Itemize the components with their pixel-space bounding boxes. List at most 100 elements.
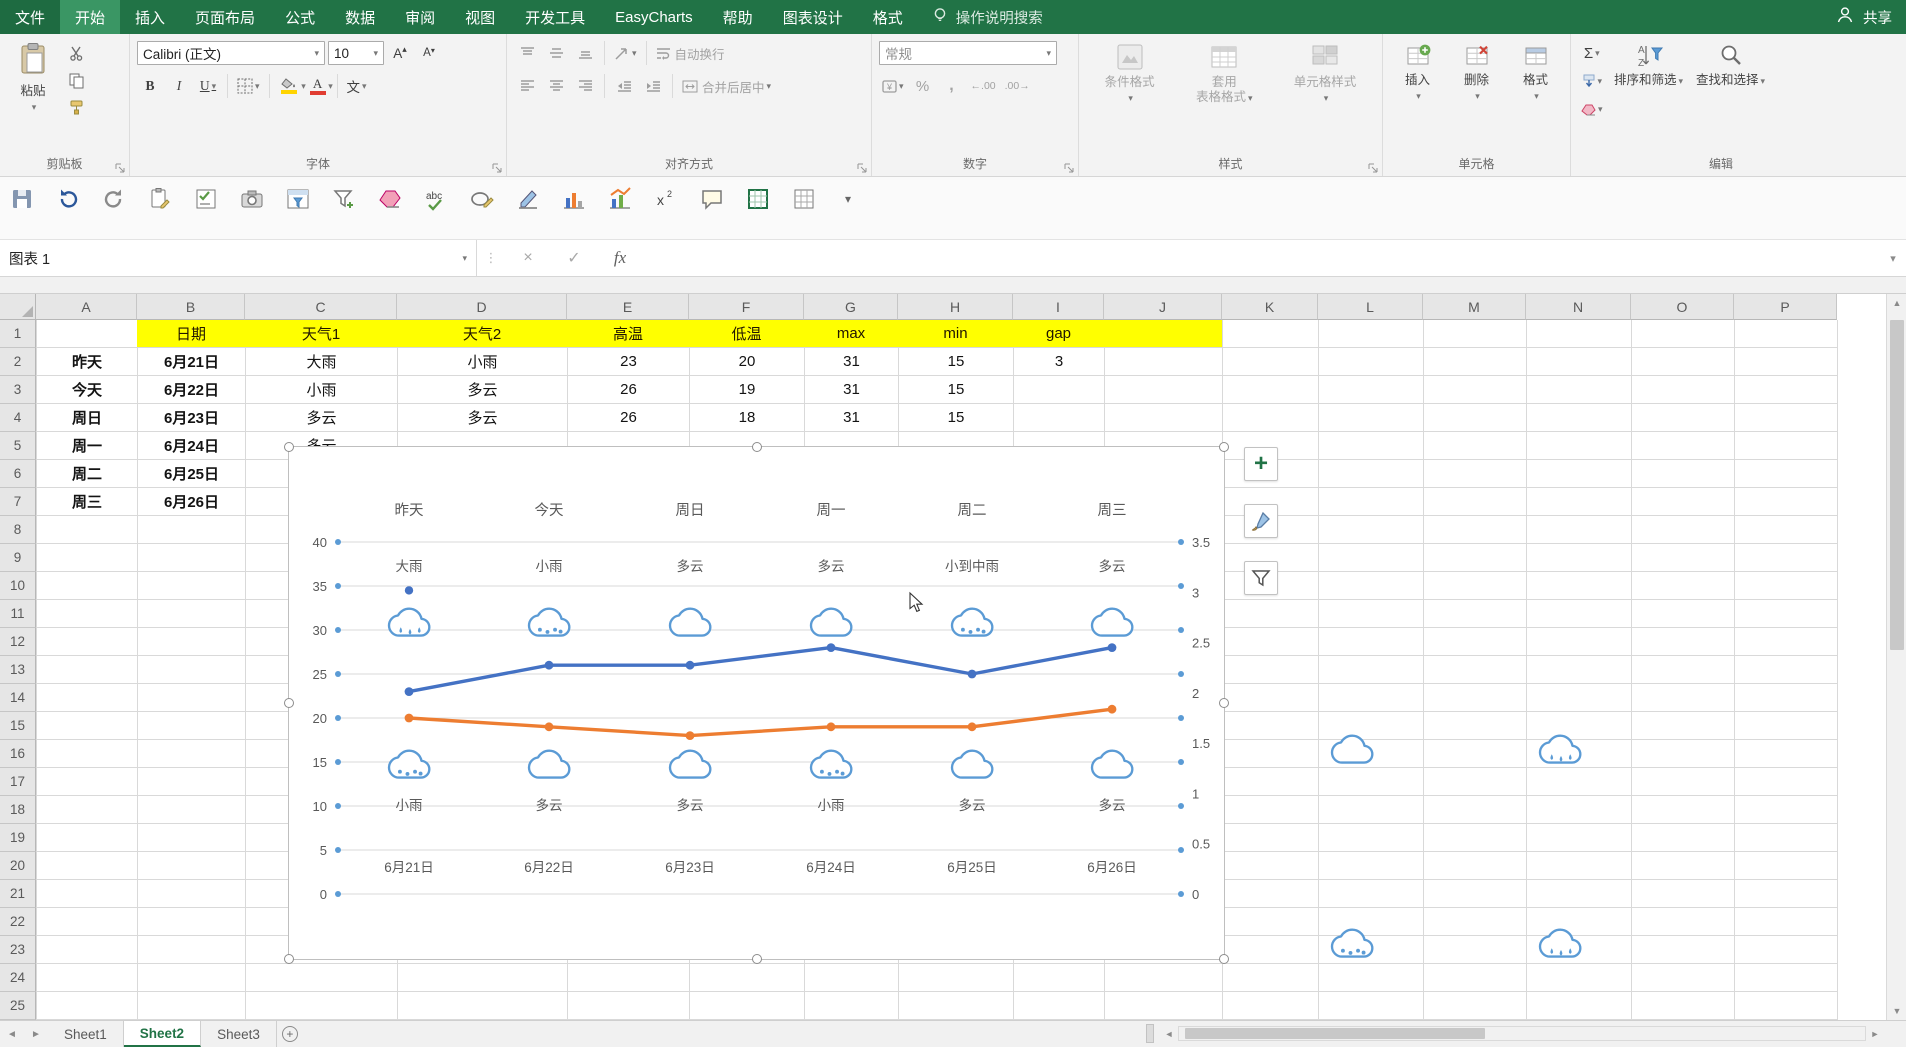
row-header-24[interactable]: 24 bbox=[0, 964, 36, 992]
row-header-18[interactable]: 18 bbox=[0, 796, 36, 824]
header-cell-F1[interactable]: 低温 bbox=[689, 320, 804, 347]
align-right-button[interactable] bbox=[572, 74, 598, 98]
cell-D3[interactable]: 多云 bbox=[398, 376, 567, 403]
cell-B6[interactable]: 6月25日 bbox=[138, 460, 245, 487]
align-center-button[interactable] bbox=[543, 74, 569, 98]
row-header-2[interactable]: 2 bbox=[0, 348, 36, 376]
column-header-I[interactable]: I bbox=[1013, 294, 1104, 320]
add-sheet-button[interactable]: + bbox=[277, 1021, 303, 1047]
row-header-22[interactable]: 22 bbox=[0, 908, 36, 936]
row-header-16[interactable]: 16 bbox=[0, 740, 36, 768]
sheet-tab-sheet1[interactable]: Sheet1 bbox=[48, 1021, 124, 1047]
tab-3[interactable]: 页面布局 bbox=[180, 0, 270, 34]
cell-E3[interactable]: 26 bbox=[568, 376, 689, 403]
undo-toolbar-icon[interactable] bbox=[54, 185, 82, 213]
comma-style-button[interactable]: , bbox=[939, 74, 965, 98]
cut-button[interactable] bbox=[63, 41, 89, 65]
tab-1[interactable]: 开始 bbox=[60, 0, 121, 34]
find-select-button[interactable]: 查找和选择 ▾ bbox=[1692, 39, 1770, 156]
header-cell-G1[interactable]: max bbox=[804, 320, 898, 347]
account-icon[interactable] bbox=[1835, 5, 1855, 29]
tab-file[interactable]: 文件 bbox=[0, 0, 61, 34]
chart-selection-handle[interactable] bbox=[284, 442, 294, 452]
row-header-14[interactable]: 14 bbox=[0, 684, 36, 712]
sheet-tab-sheet3[interactable]: Sheet3 bbox=[201, 1021, 277, 1047]
series-高温[interactable] bbox=[404, 643, 1117, 696]
header-cell-I1[interactable]: gap bbox=[1013, 320, 1104, 347]
clipboard-edit-toolbar-icon[interactable] bbox=[146, 185, 174, 213]
column-header-C[interactable]: C bbox=[245, 294, 397, 320]
tab-8[interactable]: 开发工具 bbox=[510, 0, 600, 34]
format-as-table-button[interactable]: 套用 表格格式 ▾ bbox=[1192, 39, 1257, 156]
header-cell-C1[interactable]: 天气1 bbox=[245, 320, 397, 347]
chart-selection-handle[interactable] bbox=[284, 698, 294, 708]
align-bottom-button[interactable] bbox=[572, 41, 598, 65]
cell-A4[interactable]: 周日 bbox=[37, 404, 137, 431]
row-header-19[interactable]: 19 bbox=[0, 824, 36, 852]
row-header-20[interactable]: 20 bbox=[0, 852, 36, 880]
fill-button[interactable]: ▾ bbox=[1578, 69, 1606, 93]
row-header-5[interactable]: 5 bbox=[0, 432, 36, 460]
font-name-select[interactable]: Calibri (正文) ▾ bbox=[137, 41, 325, 65]
header-cell-H1[interactable]: min bbox=[898, 320, 1013, 347]
scroll-up-arrow[interactable]: ▲ bbox=[1887, 294, 1906, 312]
tab-9[interactable]: EasyCharts bbox=[600, 0, 708, 34]
more-toolbar-icon[interactable]: ▾ bbox=[836, 185, 864, 213]
sheet-nav-left[interactable]: ◄ bbox=[0, 1021, 24, 1047]
delete-cells-button[interactable]: 删除 ▾ bbox=[1451, 39, 1503, 156]
row-header-11[interactable]: 11 bbox=[0, 600, 36, 628]
tab-5[interactable]: 数据 bbox=[330, 0, 390, 34]
increase-decimal-button[interactable]: ←.00 bbox=[968, 74, 999, 98]
cell-A7[interactable]: 周三 bbox=[37, 488, 137, 515]
conditional-formatting-button[interactable]: 条件格式 ▾ bbox=[1101, 39, 1159, 156]
cell-A6[interactable]: 周二 bbox=[37, 460, 137, 487]
cell-F3[interactable]: 19 bbox=[690, 376, 804, 403]
tab-4[interactable]: 公式 bbox=[270, 0, 330, 34]
clear-button[interactable]: ▾ bbox=[1578, 97, 1606, 121]
comment-toolbar-icon[interactable] bbox=[698, 185, 726, 213]
align-top-button[interactable] bbox=[514, 41, 540, 65]
checklist-toolbar-icon[interactable] bbox=[192, 185, 220, 213]
font-color-button[interactable]: A ▾ bbox=[305, 74, 333, 98]
copy-button[interactable] bbox=[63, 68, 89, 92]
row-header-6[interactable]: 6 bbox=[0, 460, 36, 488]
increase-indent-button[interactable] bbox=[640, 74, 666, 98]
font-size-select[interactable]: 10 ▾ bbox=[328, 41, 384, 65]
row-header-4[interactable]: 4 bbox=[0, 404, 36, 432]
row-header-13[interactable]: 13 bbox=[0, 656, 36, 684]
wrap-text-button[interactable]: 自动换行 bbox=[653, 41, 728, 65]
row-header-21[interactable]: 21 bbox=[0, 880, 36, 908]
chart-selection-handle[interactable] bbox=[1219, 442, 1229, 452]
row-header-9[interactable]: 9 bbox=[0, 544, 36, 572]
number-dialog-launcher[interactable] bbox=[1063, 161, 1075, 173]
format-painter-button[interactable] bbox=[63, 95, 89, 119]
cancel-button[interactable]: × bbox=[505, 240, 551, 276]
cell-D4[interactable]: 多云 bbox=[398, 404, 567, 431]
borders-button[interactable]: ▾ bbox=[234, 74, 263, 98]
cell-C4[interactable]: 多云 bbox=[246, 404, 397, 431]
tab-7[interactable]: 视图 bbox=[450, 0, 510, 34]
cell-B3[interactable]: 6月22日 bbox=[138, 376, 245, 403]
column-header-M[interactable]: M bbox=[1423, 294, 1526, 320]
align-middle-button[interactable] bbox=[543, 41, 569, 65]
chart-selection-handle[interactable] bbox=[284, 954, 294, 964]
column-header-B[interactable]: B bbox=[137, 294, 245, 320]
cell-B7[interactable]: 6月26日 bbox=[138, 488, 245, 515]
column-chart-toolbar-icon[interactable] bbox=[560, 185, 588, 213]
fill-color-button[interactable]: ▾ bbox=[276, 74, 306, 98]
filter-panel-toolbar-icon[interactable] bbox=[284, 185, 312, 213]
clipboard-dialog-launcher[interactable] bbox=[114, 161, 126, 173]
row-header-3[interactable]: 3 bbox=[0, 376, 36, 404]
combo-chart-toolbar-icon[interactable] bbox=[606, 185, 634, 213]
camera-toolbar-icon[interactable] bbox=[238, 185, 266, 213]
cell-A5[interactable]: 周一 bbox=[37, 432, 137, 459]
sort-filter-button[interactable]: AZ 排序和筛选 ▾ bbox=[1610, 39, 1688, 156]
tab-2[interactable]: 插入 bbox=[120, 0, 180, 34]
superscript-toolbar-icon[interactable]: x2 bbox=[652, 185, 680, 213]
row-header-10[interactable]: 10 bbox=[0, 572, 36, 600]
chart-filters-button[interactable] bbox=[1244, 561, 1278, 595]
row-header-15[interactable]: 15 bbox=[0, 712, 36, 740]
horizontal-scroll-thumb[interactable] bbox=[1185, 1028, 1485, 1039]
scroll-splitter[interactable] bbox=[1146, 1024, 1154, 1043]
column-header-H[interactable]: H bbox=[898, 294, 1013, 320]
